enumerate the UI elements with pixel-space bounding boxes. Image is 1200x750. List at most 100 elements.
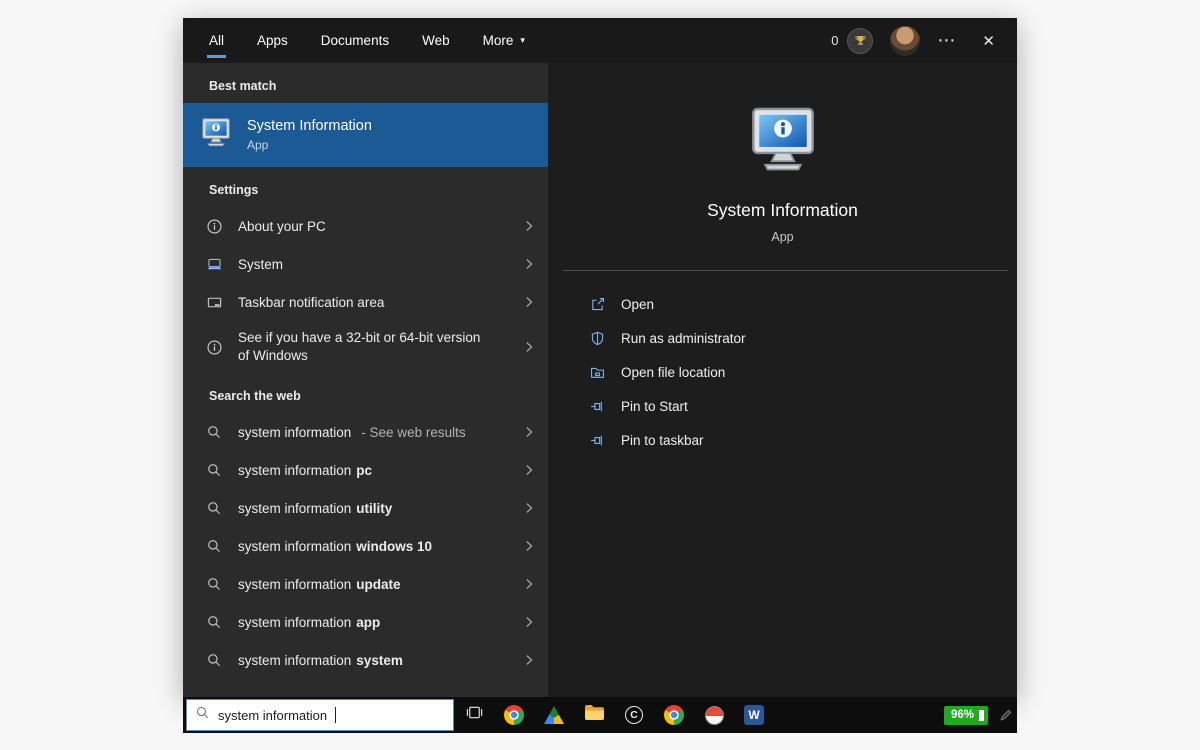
chevron-down-icon: ▾ — [520, 35, 525, 46]
action-label: Run as administrator — [621, 331, 746, 346]
web-suggestion[interactable]: system informationwindows 10 — [183, 527, 548, 565]
system-information-icon — [745, 103, 821, 184]
search-icon — [205, 462, 223, 478]
desktop: All Apps Documents Web More ▾ 0 ⋯ ✕ — [0, 0, 1200, 750]
suggestion-text: system informationapp — [238, 615, 385, 630]
word-taskbar-button[interactable]: W — [734, 697, 774, 733]
web-suggestion[interactable]: system informationutility — [183, 489, 548, 527]
settings-result-32-or-64-bit[interactable]: See if you have a 32-bit or 64-bit versi… — [183, 321, 548, 373]
best-match-header: Best match — [183, 63, 548, 103]
tab-more[interactable]: More ▾ — [483, 18, 525, 63]
result-label: Taskbar notification area — [238, 295, 384, 310]
action-open[interactable]: Open — [588, 287, 1017, 321]
c-app-icon: C — [625, 706, 643, 724]
user-avatar[interactable] — [890, 26, 920, 56]
rewards-badge[interactable]: 0 — [831, 28, 873, 54]
suggestion-text: system informationutility — [238, 501, 397, 516]
chevron-right-icon[interactable] — [522, 501, 536, 515]
tab-all[interactable]: All — [209, 18, 224, 63]
tab-apps-label: Apps — [257, 33, 288, 48]
shield-icon — [588, 330, 606, 347]
web-suggestion[interactable]: system information- See web results — [183, 413, 548, 451]
settings-result-taskbar-notification-area[interactable]: Taskbar notification area — [183, 283, 548, 321]
chrome-2-taskbar-button[interactable] — [654, 697, 694, 733]
search-icon — [205, 576, 223, 592]
web-suggestion[interactable]: system informationupdate — [183, 565, 548, 603]
text-caret — [335, 707, 336, 723]
best-match-title: System Information — [247, 118, 372, 134]
result-label: See if you have a 32-bit or 64-bit versi… — [238, 329, 490, 365]
close-button[interactable]: ✕ — [974, 32, 1003, 50]
search-input-value: system information — [218, 708, 327, 723]
chevron-right-icon[interactable] — [522, 425, 536, 439]
action-label: Pin to taskbar — [621, 433, 704, 448]
pin-icon — [588, 398, 606, 415]
tab-web[interactable]: Web — [422, 18, 450, 63]
chevron-right-icon[interactable] — [522, 653, 536, 667]
web-suggestion[interactable]: system informationapp — [183, 603, 548, 641]
task-view-icon — [465, 703, 484, 727]
action-pin-to-start[interactable]: Pin to Start — [588, 389, 1017, 423]
search-panel: All Apps Documents Web More ▾ 0 ⋯ ✕ — [183, 18, 1017, 697]
web-suggestion[interactable]: system informationsystem — [183, 641, 548, 679]
best-match-result[interactable]: System Information App — [183, 103, 548, 167]
taskbar-search-box[interactable]: system information — [186, 699, 454, 731]
chevron-right-icon[interactable] — [522, 463, 536, 477]
preview-pane: System Information App Open Run as admin… — [548, 63, 1017, 697]
pen-icon[interactable] — [998, 708, 1013, 723]
chevron-right-icon[interactable] — [522, 257, 536, 271]
media-app-taskbar-button[interactable] — [694, 697, 734, 733]
header-actions: 0 ⋯ ✕ — [831, 26, 1003, 56]
action-run-as-administrator[interactable]: Run as administrator — [588, 321, 1017, 355]
chevron-right-icon[interactable] — [522, 340, 536, 354]
taskbar: system information C W 96% — [183, 697, 1017, 733]
best-match-text: System Information App — [247, 118, 372, 152]
suggestion-text: system informationupdate — [238, 577, 406, 592]
tab-all-label: All — [209, 33, 224, 48]
tab-web-label: Web — [422, 33, 450, 48]
action-label: Pin to Start — [621, 399, 688, 414]
file-explorer-taskbar-button[interactable] — [574, 697, 614, 733]
rewards-count: 0 — [831, 33, 838, 48]
google-drive-icon — [544, 706, 564, 724]
search-panel-body: Best match System Information App Settin… — [183, 63, 1017, 697]
tab-documents[interactable]: Documents — [321, 18, 389, 63]
system-icon — [205, 256, 223, 273]
chrome-taskbar-button[interactable] — [494, 697, 534, 733]
settings-result-about-your-pc[interactable]: About your PC — [183, 207, 548, 245]
task-view-button[interactable] — [454, 697, 494, 733]
folder-icon — [588, 364, 606, 381]
media-app-icon — [705, 706, 724, 725]
chevron-right-icon[interactable] — [522, 615, 536, 629]
chevron-right-icon[interactable] — [522, 219, 536, 233]
settings-result-system[interactable]: System — [183, 245, 548, 283]
settings-header: Settings — [183, 167, 548, 207]
search-icon — [205, 652, 223, 668]
taskbar-settings-icon — [205, 294, 223, 311]
c-app-taskbar-button[interactable]: C — [614, 697, 654, 733]
suggestion-text: system informationwindows 10 — [238, 539, 437, 554]
tab-apps[interactable]: Apps — [257, 18, 288, 63]
chevron-right-icon[interactable] — [522, 577, 536, 591]
battery-tip — [979, 710, 984, 721]
open-icon — [588, 296, 606, 313]
search-web-header: Search the web — [183, 373, 548, 413]
battery-indicator[interactable]: 96% — [944, 706, 988, 725]
chevron-right-icon[interactable] — [522, 295, 536, 309]
search-filter-bar: All Apps Documents Web More ▾ 0 ⋯ ✕ — [183, 18, 1017, 63]
preview-subtitle: App — [771, 230, 793, 244]
chevron-right-icon[interactable] — [522, 539, 536, 553]
action-pin-to-taskbar[interactable]: Pin to taskbar — [588, 423, 1017, 457]
preview-actions: Open Run as administrator Open file loca… — [548, 271, 1017, 457]
google-drive-taskbar-button[interactable] — [534, 697, 574, 733]
info-icon — [205, 218, 223, 235]
action-label: Open file location — [621, 365, 725, 380]
search-icon — [205, 614, 223, 630]
action-open-file-location[interactable]: Open file location — [588, 355, 1017, 389]
web-suggestion[interactable]: system informationpc — [183, 451, 548, 489]
system-information-icon — [199, 116, 233, 155]
options-menu-button[interactable]: ⋯ — [937, 30, 957, 51]
folder-icon — [584, 704, 605, 726]
best-match-subtitle: App — [247, 138, 372, 152]
search-icon — [195, 705, 210, 725]
